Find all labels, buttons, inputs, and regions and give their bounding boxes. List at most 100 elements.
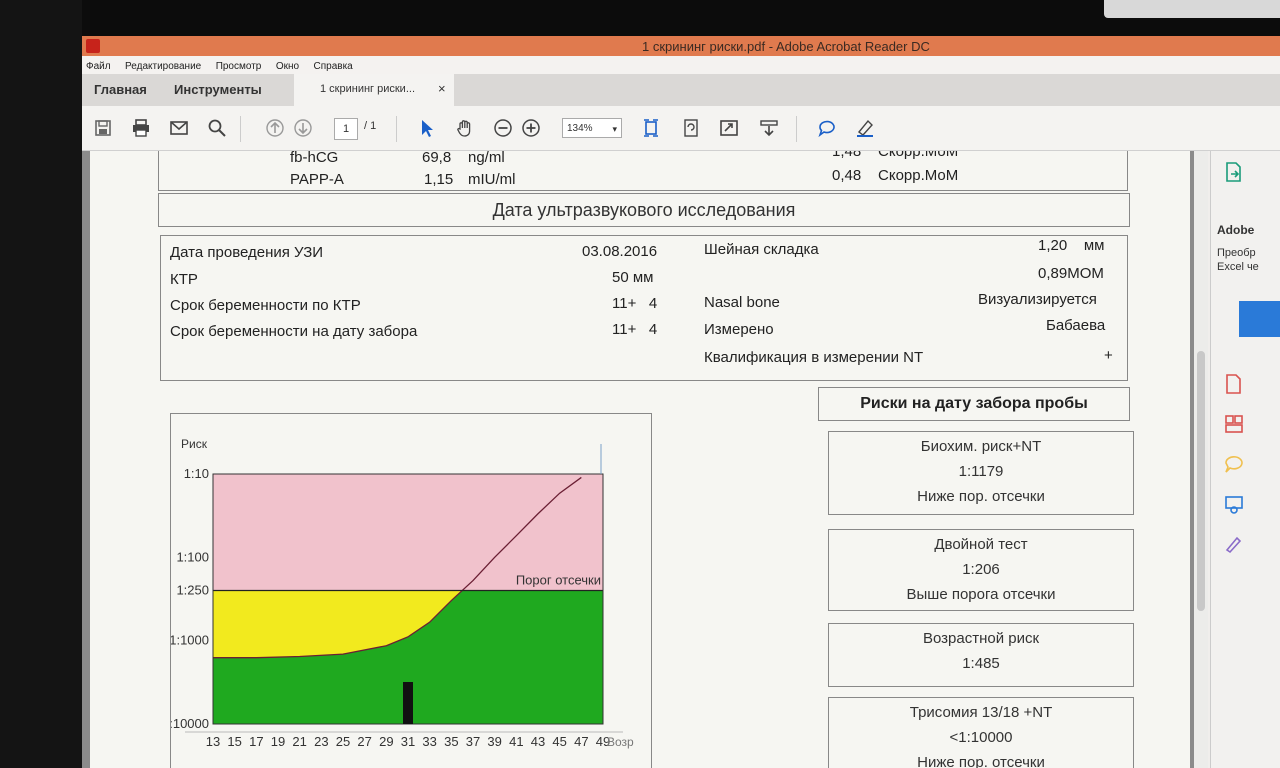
tools-right-pane: Adobe Преобр Excel че — [1210, 151, 1280, 768]
monitor-bezel-left — [0, 0, 82, 768]
monitor-bezel-top — [0, 0, 1280, 40]
x-tick-label: 19 — [271, 734, 285, 749]
x-tick-label: 35 — [444, 734, 458, 749]
x-tick-label: 27 — [357, 734, 371, 749]
x-tick-label: 33 — [422, 734, 436, 749]
x-tick-label: 43 — [531, 734, 545, 749]
tab-tools[interactable]: Инструменты — [174, 74, 262, 106]
us-label: Срок беременности на дату забора — [170, 323, 418, 340]
previous-page-icon[interactable] — [264, 118, 286, 140]
x-axis-label: Возр — [607, 735, 634, 749]
print-icon[interactable] — [130, 118, 152, 140]
menu-bar: Файл Редактирование Просмотр Окно Справк… — [82, 56, 1280, 75]
risk-card-title: Трисомия 13/18 +NT — [909, 704, 1053, 721]
us-value: 1,20 мм — [1038, 237, 1105, 254]
us-value: Визуализируется — [978, 291, 1097, 308]
y-tick-label: 1:10 — [184, 466, 209, 481]
risk-card: Биохим. риск+NT 1:1179 Ниже пор. отсечки — [828, 431, 1134, 515]
risks-title: Риски на дату забора пробы — [860, 395, 1088, 412]
zoom-out-icon[interactable] — [492, 118, 514, 140]
x-tick-label: 31 — [401, 734, 415, 749]
us-label: Измерено — [704, 321, 774, 338]
fit-page-icon[interactable] — [640, 118, 662, 140]
convert-button[interactable] — [1239, 301, 1280, 337]
email-icon[interactable] — [168, 118, 190, 140]
panel-heading: Adobe — [1217, 223, 1255, 237]
page-total: / 1 — [364, 120, 377, 132]
highlight-pen-icon[interactable] — [854, 118, 876, 140]
comment-tool-icon[interactable] — [1223, 453, 1245, 475]
risk-card-value: 1:206 — [962, 561, 1000, 578]
document-viewport[interactable]: fb-hCG 69,8 ng/ml 1,48 Скорр.МоМ PAPP-A … — [82, 151, 1202, 768]
toolbar-separator — [240, 116, 241, 142]
comment-icon[interactable] — [816, 118, 838, 140]
fill-sign-icon[interactable] — [1223, 533, 1245, 555]
marker-unit: ng/ml — [468, 151, 505, 166]
zoom-in-icon[interactable] — [520, 118, 542, 140]
us-value: 11+ 4 — [612, 295, 658, 312]
x-tick-label: 45 — [552, 734, 566, 749]
y-axis-label: Риск — [181, 437, 208, 451]
marker-mom-label: Скорр.МоМ — [878, 167, 959, 184]
marker-mom-label: Скорр.МоМ — [878, 151, 959, 160]
tab-close-icon[interactable]: × — [438, 81, 446, 96]
marker-value: 1,15 — [424, 171, 454, 188]
send-for-review-icon[interactable] — [1223, 493, 1245, 515]
vertical-scrollbar[interactable] — [1194, 151, 1208, 768]
pdf-page: fb-hCG 69,8 ng/ml 1,48 Скорр.МоМ PAPP-A … — [90, 151, 1190, 768]
scroll-mode-icon[interactable] — [758, 118, 780, 140]
us-value: 0,89МОМ — [1038, 265, 1104, 282]
y-tick-label: 1:100 — [176, 549, 209, 564]
x-tick-label: 13 — [206, 734, 220, 749]
page-number-input[interactable]: 1 — [334, 118, 358, 140]
us-label: Шейная складка — [704, 241, 819, 258]
full-screen-icon[interactable] — [718, 118, 740, 140]
us-section-title: Дата ультразвукового исследования — [492, 200, 796, 220]
risk-chart-svg: Риск 1:10 1:100 1:250 1:1000 1:10000 Порог отс… — [171, 437, 634, 749]
panel-text: Excel че — [1217, 261, 1259, 273]
risk-card: Возрастной риск 1:485 — [828, 623, 1134, 687]
x-tick-label: 41 — [509, 734, 523, 749]
y-tick-label: 1:250 — [176, 582, 209, 597]
us-value: + — [1104, 347, 1113, 364]
risk-card-title: Возрастной риск — [922, 630, 1040, 647]
organize-pages-icon[interactable] — [1223, 413, 1245, 435]
hand-tool-icon[interactable] — [454, 118, 476, 140]
select-cursor-icon[interactable] — [416, 118, 438, 140]
save-icon[interactable] — [92, 118, 114, 140]
toolbar-separator — [396, 116, 397, 142]
window-title: 1 скрининг риски.pdf - Adobe Acrobat Rea… — [642, 39, 930, 54]
us-value: 50 мм — [612, 269, 654, 286]
us-label: Срок беременности по КТР — [170, 297, 361, 314]
us-section-header: Дата ультразвукового исследования — [158, 193, 1130, 227]
tab-document[interactable]: 1 скрининг риски... × — [294, 74, 454, 106]
rotate-icon[interactable] — [680, 118, 702, 140]
risk-card-title: Двойной тест — [934, 536, 1028, 553]
scrollbar-thumb[interactable] — [1197, 351, 1205, 611]
acrobat-app-icon[interactable] — [86, 39, 100, 53]
risk-card: Двойной тест 1:206 Выше порога отсечки — [828, 529, 1134, 611]
risk-card-status: Ниже пор. отсечки — [917, 754, 1045, 768]
risk-card-title: Биохим. риск+NT — [920, 438, 1042, 455]
marker-name: fb-hCG — [290, 151, 339, 166]
create-pdf-icon[interactable] — [1223, 373, 1245, 395]
marker-mom: 1,48 — [832, 151, 862, 160]
search-icon[interactable] — [206, 118, 228, 140]
risks-header: Риски на дату забора пробы — [818, 387, 1130, 421]
tab-document-label: 1 скрининг риски... — [320, 83, 415, 95]
next-page-icon[interactable] — [292, 118, 314, 140]
y-tick-label: 1:10000 — [171, 716, 209, 731]
x-tick-label: 39 — [487, 734, 501, 749]
risk-card-value: 1:1179 — [958, 463, 1004, 480]
risk-card: Трисомия 13/18 +NT <1:10000 Ниже пор. от… — [828, 697, 1134, 768]
us-label: КТР — [170, 271, 198, 288]
zoom-select[interactable]: 134% ▾ — [562, 118, 622, 138]
risk-card-status: Выше порога отсечки — [906, 586, 1056, 603]
us-value: 03.08.2016 — [582, 243, 658, 260]
y-tick-label: 1:1000 — [171, 633, 209, 648]
x-tick-label: 25 — [336, 734, 350, 749]
tab-home[interactable]: Главная — [94, 74, 147, 106]
chevron-down-icon: ▾ — [612, 124, 617, 134]
export-pdf-icon[interactable] — [1223, 161, 1245, 183]
x-tick-label: 23 — [314, 734, 328, 749]
